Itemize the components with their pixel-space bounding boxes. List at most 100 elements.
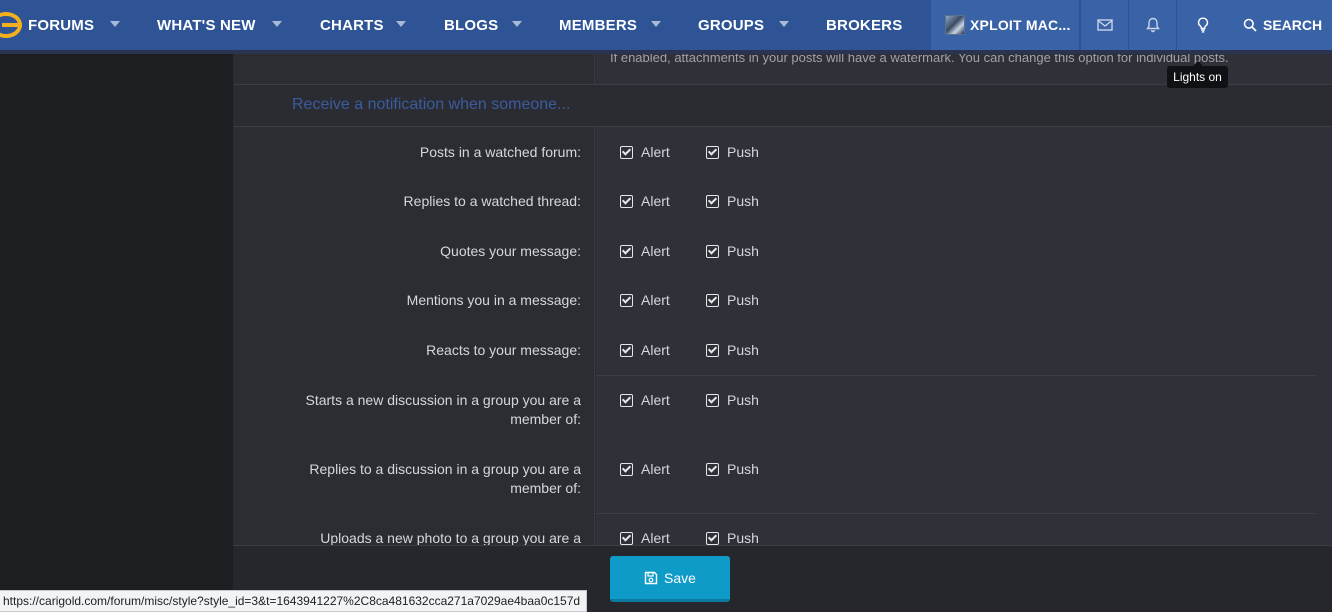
checkbox-checked-icon [706,194,719,208]
nav-groups-label: GROUPS [698,16,765,34]
nav-charts[interactable]: CHARTS [320,0,384,50]
push-checkbox[interactable]: Push [706,243,759,259]
chevron-down-icon[interactable] [396,21,406,27]
nav-groups[interactable]: GROUPS [698,0,764,50]
alert-checkbox[interactable]: Alert [620,144,670,160]
alert-label: Alert [641,392,670,408]
username-label: XPLOIT MAC... [970,17,1071,33]
search-icon [1243,18,1257,32]
chevron-down-icon[interactable] [779,21,789,27]
checkbox-checked-icon [620,343,633,357]
nav-members-label: MEMBERS [559,16,638,34]
checkbox-checked-icon [706,244,719,258]
tooltip-text: Lights on [1173,70,1222,84]
alerts-button[interactable] [1128,0,1176,50]
checkbox-checked-icon [706,145,719,159]
envelope-icon [1096,19,1113,31]
checkbox-checked-icon [620,462,633,476]
push-label: Push [727,193,759,209]
nav-shadow [0,50,1332,54]
alert-label: Alert [641,243,670,259]
alert-checkbox[interactable]: Alert [620,461,670,477]
nav-members[interactable]: MEMBERS [559,0,637,50]
checkbox-checked-icon [620,244,633,258]
checkbox-checked-icon [620,293,633,307]
push-label: Push [727,530,759,546]
alert-label: Alert [641,292,670,308]
nav-brokers[interactable]: BROKERS [826,0,902,50]
nav-whats-new[interactable]: WHAT'S NEW [157,0,256,50]
chevron-down-icon[interactable] [651,21,661,27]
search-button[interactable]: SEARCH [1228,0,1332,50]
save-label: Save [664,569,696,586]
site-logo[interactable] [0,10,24,40]
alert-checkbox[interactable]: Alert [620,342,670,358]
nav-charts-label: CHARTS [320,16,384,34]
option-label: Posts in a watched forum: [419,144,581,160]
option-label: Quotes your message: [440,243,581,259]
input-column [596,54,1332,612]
lightbulb-icon [1197,17,1208,33]
username[interactable]: XPLOIT MAC... [970,0,1071,50]
push-label: Push [727,243,759,259]
nav-blogs[interactable]: BLOGS [444,0,498,50]
alert-checkbox[interactable]: Alert [620,530,670,546]
option-label: Starts a new discussion in a group you a… [305,392,582,427]
push-checkbox[interactable]: Push [706,461,759,477]
option-label: Mentions you in a message: [406,292,581,308]
bell-icon [1145,17,1160,33]
checkbox-checked-icon [706,531,719,545]
checkbox-checked-icon [620,531,633,545]
chevron-down-icon[interactable] [110,21,120,27]
checkbox-checked-icon [620,393,633,407]
nav-brokers-label: BROKERS [826,16,903,34]
option-label: Reacts to your message: [426,342,581,358]
push-checkbox[interactable]: Push [706,530,759,546]
option-label: Replies to a watched thread: [403,193,581,209]
alert-checkbox[interactable]: Alert [620,243,670,259]
push-checkbox[interactable]: Push [706,193,759,209]
notification-section-header: Receive a notification when someone... [234,84,1332,127]
nav-whats-new-label: WHAT'S NEW [157,16,256,34]
row-divider [596,375,1316,376]
browser-status-url: https://carigold.com/forum/misc/style?st… [0,590,588,612]
checkbox-checked-icon [620,145,633,159]
alert-checkbox[interactable]: Alert [620,292,670,308]
push-label: Push [727,144,759,160]
checkbox-checked-icon [706,343,719,357]
save-button[interactable]: Save [610,556,730,602]
checkbox-checked-icon [620,194,633,208]
chevron-down-icon[interactable] [512,21,522,27]
push-label: Push [727,292,759,308]
alert-label: Alert [641,461,670,477]
push-checkbox[interactable]: Push [706,292,759,308]
push-checkbox[interactable]: Push [706,392,759,408]
top-navigation: FORUMS WHAT'S NEW CHARTS BLOGS MEMBERS G… [0,0,1332,50]
push-checkbox[interactable]: Push [706,342,759,358]
checkbox-checked-icon [706,462,719,476]
row-divider [596,513,1316,514]
nav-blogs-label: BLOGS [444,16,499,34]
alert-checkbox[interactable]: Alert [620,392,670,408]
left-sidebar [0,54,233,612]
option-label: Replies to a discussion in a group you a… [309,461,581,496]
alert-label: Alert [641,193,670,209]
push-label: Push [727,342,759,358]
alert-label: Alert [641,342,670,358]
chevron-down-icon[interactable] [272,21,282,27]
status-url-text: https://carigold.com/forum/misc/style?st… [3,594,581,608]
checkbox-checked-icon [706,293,719,307]
checkbox-checked-icon [706,393,719,407]
alert-checkbox[interactable]: Alert [620,193,670,209]
inbox-button[interactable] [1080,0,1128,50]
lights-toggle-button[interactable] [1176,0,1228,50]
push-label: Push [727,461,759,477]
push-checkbox[interactable]: Push [706,144,759,160]
alert-label: Alert [641,144,670,160]
lights-tooltip: Lights on [1167,61,1228,88]
nav-forums-label: FORUMS [28,16,95,34]
push-label: Push [727,392,759,408]
save-icon [644,571,658,584]
nav-forums[interactable]: FORUMS [28,0,94,50]
avatar[interactable] [945,15,965,35]
